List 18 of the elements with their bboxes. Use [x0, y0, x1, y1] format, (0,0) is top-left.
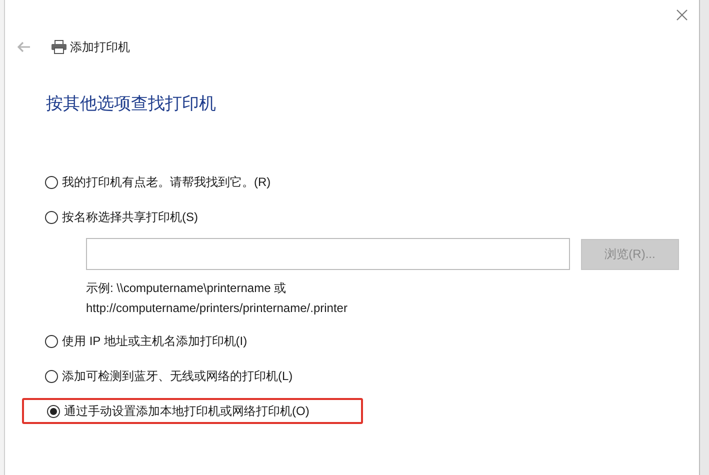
printer-icon — [51, 40, 67, 54]
radio-option[interactable]: 添加可检测到蓝牙、无线或网络的打印机(L) — [45, 367, 293, 385]
radio-button[interactable] — [47, 404, 60, 418]
radio-option[interactable]: 通过手动设置添加本地打印机或网络打印机(O) — [47, 402, 310, 420]
radio-option[interactable]: 使用 IP 地址或主机名添加打印机(I) — [45, 332, 248, 350]
page-heading: 按其他选项查找打印机 — [46, 93, 217, 115]
radio-button[interactable] — [45, 370, 58, 382]
example-text: http://computername/printers/printername/.printer — [86, 300, 348, 317]
radio-button[interactable] — [45, 176, 58, 188]
window-title: 添加打印机 — [70, 39, 130, 56]
radio-button[interactable] — [45, 334, 58, 348]
back-arrow-icon — [17, 41, 31, 53]
radio-option[interactable]: 我的打印机有点老。请帮我找到它。(R) — [45, 173, 271, 191]
close-icon — [676, 9, 688, 21]
example-text: 示例: \\computername\printername 或 — [86, 280, 286, 297]
radio-button[interactable] — [45, 210, 58, 224]
radio-option[interactable]: 按名称选择共享打印机(S) — [45, 208, 198, 226]
printer-name-field[interactable] — [86, 238, 570, 270]
